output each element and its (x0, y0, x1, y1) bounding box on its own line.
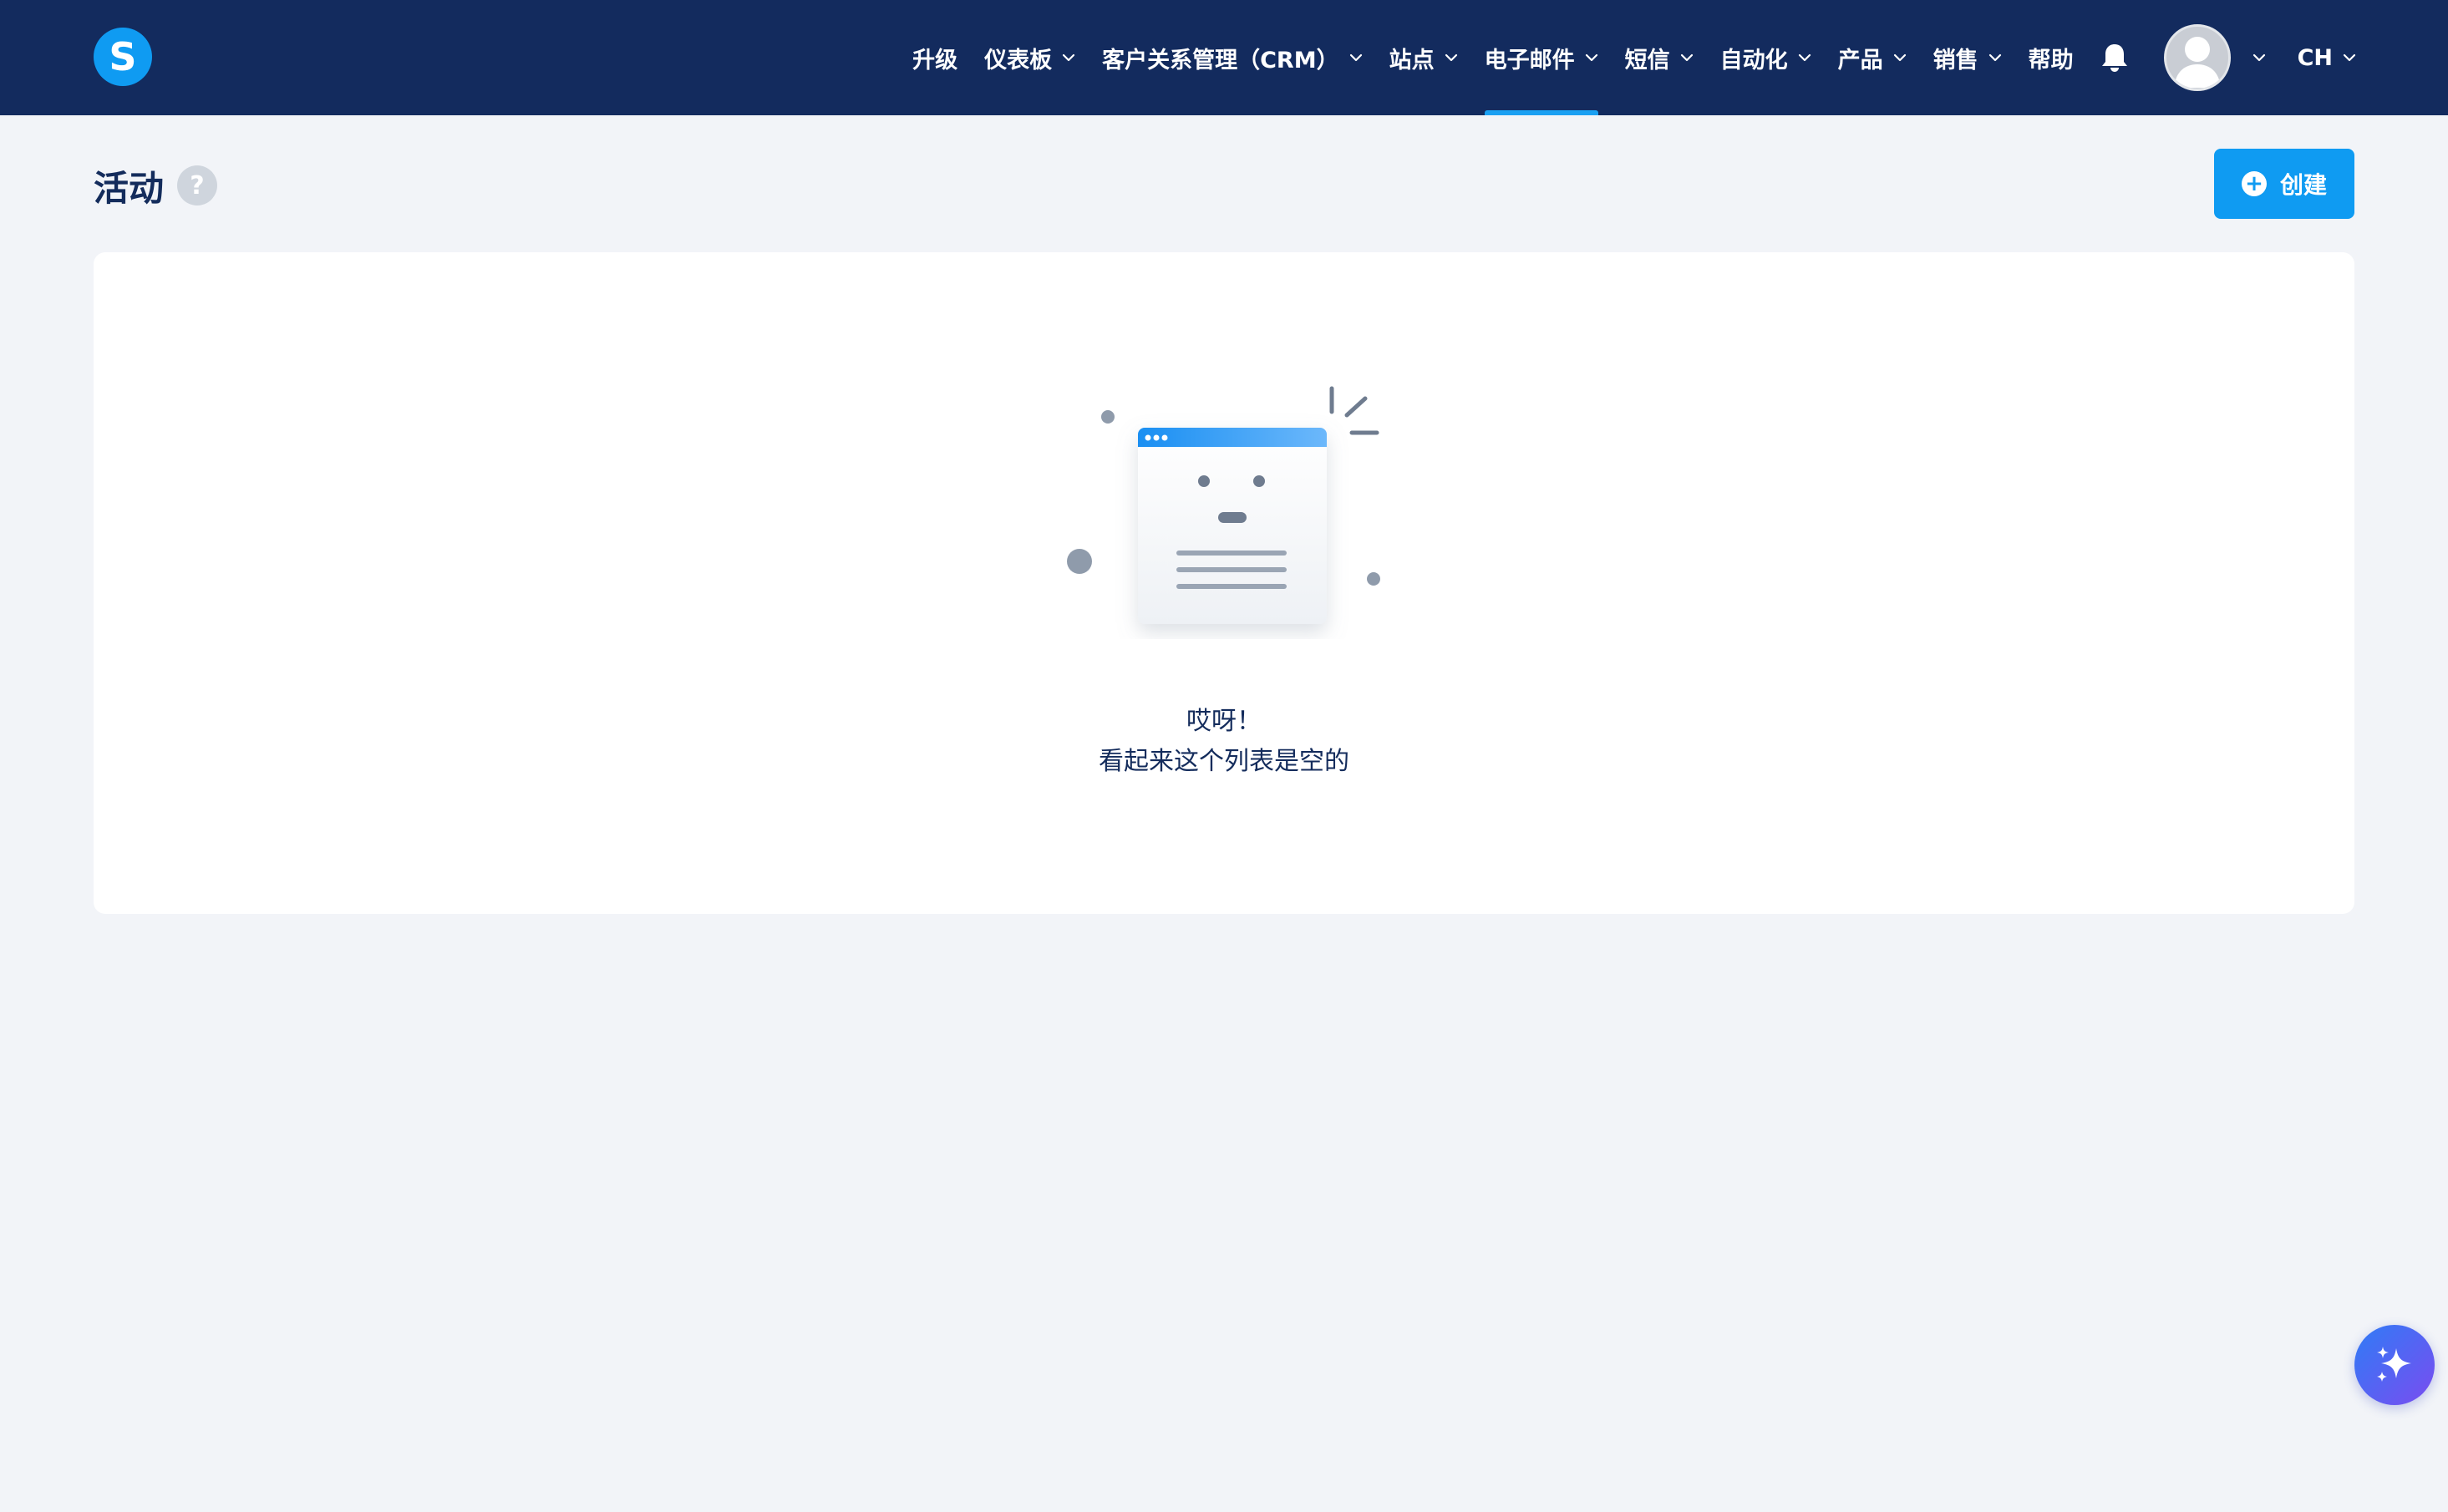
nav-item-upgrade[interactable]: 升级 (912, 0, 957, 115)
nav-item-label: 升级 (912, 47, 958, 74)
top-navigation-bar: S 升级 仪表板 客户关系管理（CRM） 站点 电子邮件 短信 自动化 产品 销… (0, 0, 2448, 115)
plus-circle-icon: + (2241, 171, 2267, 196)
sparkle-icon (2377, 1347, 2411, 1382)
help-icon[interactable]: ? (177, 165, 217, 205)
nav-item-sms[interactable]: 短信 (1625, 0, 1694, 115)
chevron-down-icon (1445, 53, 1457, 62)
bell-icon[interactable] (2100, 41, 2131, 74)
empty-list-illustration (1067, 386, 1380, 624)
chevron-down-icon (2343, 53, 2356, 62)
app-logo[interactable]: S (94, 28, 152, 86)
main-nav: 升级 仪表板 客户关系管理（CRM） 站点 电子邮件 短信 自动化 产品 销售 … (912, 0, 2356, 115)
nav-item-email[interactable]: 电子邮件 (1484, 0, 1598, 115)
create-button-label: 创建 (2279, 171, 2327, 199)
nav-item-dashboard[interactable]: 仪表板 (984, 0, 1075, 115)
nav-item-label: 站点 (1389, 47, 1435, 74)
nav-item-label: 电子邮件 (1484, 47, 1575, 74)
nav-item-sites[interactable]: 站点 (1389, 0, 1458, 115)
chevron-down-icon (1680, 53, 1693, 62)
language-selector[interactable]: CH (2298, 0, 2356, 115)
create-button[interactable]: + 创建 (2214, 149, 2354, 219)
nav-item-label: 产品 (1837, 47, 1883, 74)
chevron-down-icon (1585, 53, 1597, 62)
nav-item-automation[interactable]: 自动化 (1720, 0, 1811, 115)
ai-assistant-button[interactable] (2354, 1325, 2435, 1405)
nav-item-label: 自动化 (1719, 47, 1788, 74)
page-title: 活动 (94, 168, 165, 209)
nav-item-label: 短信 (1624, 47, 1670, 74)
nav-item-help[interactable]: 帮助 (2029, 0, 2074, 115)
empty-state-subtitle: 看起来这个列表是空的 (1099, 747, 1349, 776)
chevron-down-icon (1798, 53, 1811, 62)
nav-item-label: 仪表板 (984, 47, 1053, 74)
nav-item-crm[interactable]: 客户关系管理（CRM） (1102, 0, 1362, 115)
chevron-down-icon (2252, 53, 2265, 62)
nav-item-label: 客户关系管理（CRM） (1102, 47, 1339, 74)
empty-state-title: 哎呀！ (1186, 707, 1262, 736)
nav-item-label: 销售 (1932, 47, 1978, 74)
chevron-down-icon (1062, 53, 1075, 62)
chevron-down-icon (1893, 53, 1906, 62)
nav-item-label: 帮助 (2028, 47, 2074, 74)
chevron-down-icon (1988, 53, 2001, 62)
avatar[interactable] (2163, 24, 2231, 91)
language-label: CH (2297, 44, 2333, 71)
nav-item-sales[interactable]: 销售 (1933, 0, 2002, 115)
chevron-down-icon (1349, 53, 1362, 62)
avatar-menu-toggle[interactable] (2242, 0, 2266, 115)
nav-item-products[interactable]: 产品 (1838, 0, 1907, 115)
